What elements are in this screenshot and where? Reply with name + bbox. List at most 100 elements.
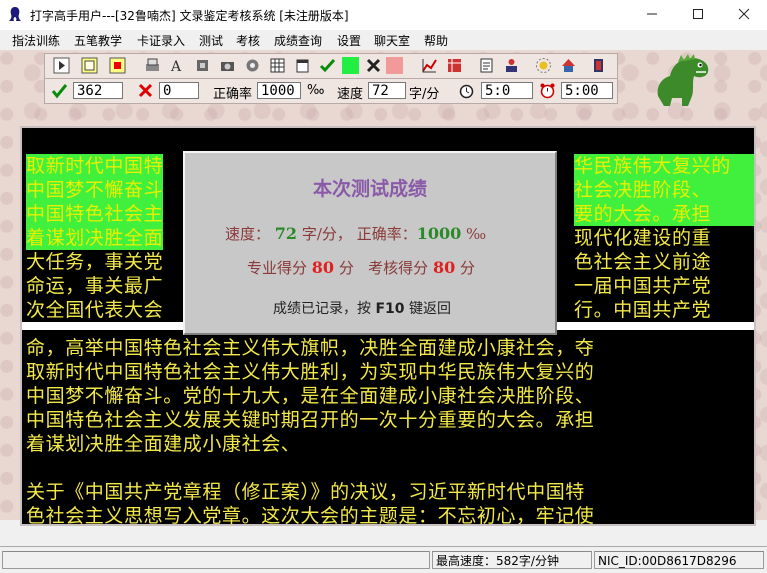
maximize-icon: [693, 9, 703, 19]
dinosaur-mascot-icon: [657, 54, 709, 106]
print-icon[interactable]: [144, 57, 161, 74]
text-line: 取新时代中国特色社会主义伟大胜利，为实现中华民族伟大复兴的: [26, 361, 595, 383]
font-icon[interactable]: A: [169, 57, 186, 74]
speed-accuracy-line: 速度： 72 字/分， 正确率：1000 ‰: [225, 223, 486, 244]
exam-score-label: 考核得分: [368, 259, 429, 277]
pro-score-value: 80: [311, 258, 335, 277]
minimize-button[interactable]: [629, 0, 675, 30]
camera-icon[interactable]: [219, 57, 236, 74]
table-icon[interactable]: [446, 57, 463, 74]
document-icon[interactable]: [478, 57, 495, 74]
text-line: 着谋划决胜全面建成小康社会、: [26, 433, 301, 455]
menu-fingering[interactable]: 指法训练: [12, 32, 60, 49]
correct-count-field: 362: [73, 82, 123, 99]
status-bar: 最高速度：582字/分钟 NIC_ID:00D8617D8296: [0, 546, 767, 573]
menu-card-entry[interactable]: 卡证录入: [137, 32, 185, 49]
chart-icon[interactable]: [421, 57, 438, 74]
wrong-count-field: 0: [159, 82, 199, 99]
record-note-key: F10: [375, 301, 405, 317]
menu-score-query[interactable]: 成绩查询: [274, 32, 322, 49]
tools-icon[interactable]: [194, 57, 211, 74]
menu-bar: 指法训练 五笔教学 卡证录入 测试 考核 成绩查询 设置 聊天室 帮助: [0, 30, 767, 50]
max-speed-status: 最高速度：582字/分钟: [432, 551, 592, 569]
text-line: 次全国代表大会: [26, 299, 164, 321]
dialog-speed-label: 速度：: [225, 225, 271, 243]
text-line: 社会决胜阶段、: [574, 178, 712, 202]
dialog-speed-value: 72: [274, 224, 298, 243]
menu-help[interactable]: 帮助: [424, 32, 448, 49]
cross-icon[interactable]: [365, 57, 382, 74]
sun-icon[interactable]: [535, 57, 552, 74]
checkmark-icon[interactable]: [319, 57, 336, 74]
time-limit-field: 5:00: [561, 82, 613, 99]
accuracy-field: 1000: [257, 82, 301, 99]
menu-chatroom[interactable]: 聊天室: [374, 32, 410, 49]
record-note: 成绩已记录，按 F10 键返回: [273, 298, 451, 318]
svg-text:A: A: [170, 59, 182, 74]
dialog-accuracy-label: 正确率：: [356, 225, 417, 243]
stop-icon[interactable]: [109, 57, 126, 74]
close-icon: [738, 8, 750, 20]
menu-test[interactable]: 测试: [199, 32, 223, 49]
speed-field: 72: [368, 82, 406, 99]
dialog-accuracy-value: 1000: [416, 224, 462, 243]
score-line: 专业得分 80 分 考核得分 80 分: [247, 257, 475, 278]
accuracy-label: 正确率: [213, 87, 253, 102]
text-line: 中国梦不懈奋斗: [26, 178, 164, 202]
text-line: 一届中国共产党: [574, 275, 712, 297]
calendar-icon[interactable]: [294, 57, 311, 74]
window-title: 打字高手用户---[32鲁喃杰] 文录鉴定考核系统 [未注册版本]: [30, 9, 349, 23]
pink-color-icon[interactable]: [386, 57, 403, 74]
speed-unit: 字/分: [409, 87, 440, 102]
text-top-gap: [22, 128, 754, 144]
home-icon[interactable]: [560, 57, 577, 74]
title-bar: 打字高手用户---[32鲁喃杰] 文录鉴定考核系统 [未注册版本]: [0, 0, 767, 30]
speed-label: 速度: [337, 87, 364, 102]
text-line: 现代化建设的重: [574, 227, 712, 249]
text-line: 取新时代中国特: [26, 154, 164, 178]
icon-toolbar: A: [44, 53, 618, 79]
pro-score-unit: 分: [338, 259, 354, 277]
close-button[interactable]: [721, 0, 767, 30]
text-line: 要的大会。承担: [574, 202, 712, 226]
text-line: 大任务，事关党: [26, 251, 164, 273]
exit-icon[interactable]: [590, 57, 607, 74]
text-line: 命运，事关最广: [26, 275, 164, 297]
wrong-cross-icon: [138, 83, 153, 98]
record-note-prefix: 成绩已记录，按: [273, 301, 371, 317]
text-line: 中国梦不懈奋斗。党的十九大，是在全面建成小康社会决胜阶段、: [26, 385, 595, 407]
menu-wubi[interactable]: 五笔教学: [74, 32, 122, 49]
stats-toolbar: 362 0 正确率 1000 ‰ 速度 72 字/分 5:0 5:00: [44, 78, 618, 104]
green-color-icon[interactable]: [342, 57, 359, 74]
text-line: 命，高举中国特色社会主义伟大旗帜，决胜全面建成小康社会，夺: [26, 337, 595, 359]
correct-check-icon: [51, 84, 68, 99]
text-line: 色社会主义思想写入党章。这次大会的主题是：不忘初心，牢记使: [26, 505, 595, 526]
app-icon: [9, 7, 21, 21]
minimize-icon: [647, 13, 657, 15]
elapsed-time-field: 5:0: [481, 82, 533, 99]
dialog-accuracy-unit: ‰: [466, 225, 487, 243]
pause-icon[interactable]: [81, 57, 98, 74]
exam-score-unit: 分: [460, 259, 476, 277]
nic-id-status: NIC_ID:00D8617D8296: [594, 551, 764, 569]
text-line: 中国特色社会主: [26, 202, 164, 226]
maximize-button[interactable]: [675, 0, 721, 30]
users-icon[interactable]: [503, 57, 520, 74]
play-icon[interactable]: [53, 57, 70, 74]
dialog-title: 本次测试成绩: [312, 178, 427, 200]
text-line: 着谋划决胜全面: [26, 226, 164, 250]
menu-exam[interactable]: 考核: [236, 32, 260, 49]
dialog-speed-unit: 字/分，: [301, 225, 352, 243]
menu-settings[interactable]: 设置: [337, 32, 361, 49]
gear-icon[interactable]: [244, 57, 261, 74]
status-empty-cell: [2, 551, 430, 569]
text-line: 色社会主义前途: [574, 251, 712, 273]
record-note-suffix: 键返回: [408, 301, 451, 317]
accuracy-unit: ‰: [307, 83, 325, 98]
text-line: 关于《中国共产党章程（修正案）》的决议，习近平新时代中国特: [26, 481, 585, 503]
text-line: 中国特色社会主义发展关键时期召开的一次十分重要的大会。承担: [26, 409, 595, 431]
grid-icon[interactable]: [269, 57, 286, 74]
text-line: 华民族伟大复兴的: [574, 154, 731, 178]
pro-score-label: 专业得分: [247, 259, 308, 277]
stopwatch-icon: [459, 84, 474, 99]
